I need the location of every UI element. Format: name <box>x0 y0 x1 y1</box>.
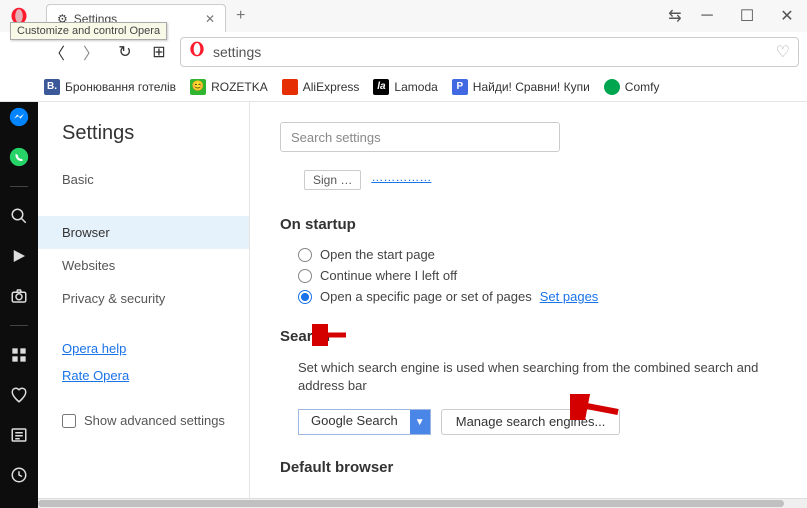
bookmark-icon <box>282 79 298 95</box>
news-icon[interactable] <box>8 424 30 446</box>
truncated-section: Sign … …………… <box>304 170 781 190</box>
horizontal-scrollbar[interactable] <box>38 498 807 508</box>
settings-content: Search settings Sign … …………… On startup … <box>250 102 807 508</box>
bookmark-label: Comfy <box>625 80 660 94</box>
bookmark-item[interactable]: P Найди! Сравни! Купи <box>452 79 590 95</box>
bookmark-icon: B. <box>44 79 60 95</box>
history-icon[interactable] <box>8 464 30 486</box>
chevron-down-icon: ▼ <box>410 410 430 434</box>
minimize-button[interactable]: ─ <box>687 0 727 32</box>
bookmark-icon: 😊 <box>190 79 206 95</box>
left-rail <box>0 102 38 508</box>
search-engine-select[interactable]: Google Search ▼ <box>298 409 431 435</box>
set-pages-link[interactable]: Set pages <box>540 289 599 304</box>
address-bar[interactable]: settings ♡ <box>180 37 799 67</box>
sidebar-link-help[interactable]: Opera help <box>38 335 249 362</box>
opera-badge-icon <box>189 41 205 62</box>
messenger-icon[interactable] <box>8 106 30 128</box>
grid-icon[interactable] <box>8 344 30 366</box>
bookmark-item[interactable]: AliExpress <box>282 79 360 95</box>
sign-in-button[interactable]: Sign … <box>304 170 361 190</box>
bookmark-label: Найди! Сравни! Купи <box>473 80 590 94</box>
sidebar-title: Settings <box>38 122 249 163</box>
window-controls: ⇆ ─ ☐ ✕ <box>663 0 807 32</box>
main: Settings Basic Browser Websites Privacy … <box>0 102 807 508</box>
bookmark-icon: P <box>452 79 468 95</box>
radio-label: Open a specific page or set of pages <box>320 289 532 304</box>
section-description: Set which search engine is used when sea… <box>298 359 781 395</box>
placeholder-text: Search settings <box>291 130 381 145</box>
heart-icon[interactable] <box>8 384 30 406</box>
bookmark-label: ROZETKA <box>211 80 268 94</box>
checkbox-label: Show advanced settings <box>84 413 225 428</box>
bookmark-label: Lamoda <box>394 80 437 94</box>
default-browser-section: Default browser <box>280 459 781 476</box>
bookmark-item[interactable]: Comfy <box>604 79 660 95</box>
back-button[interactable]: 〈 <box>44 39 70 65</box>
radio-icon <box>298 269 312 283</box>
play-icon[interactable] <box>8 245 30 267</box>
sidebar-item-websites[interactable]: Websites <box>38 249 249 282</box>
scrollbar-thumb[interactable] <box>38 500 784 507</box>
settings-sidebar: Settings Basic Browser Websites Privacy … <box>38 102 250 508</box>
sidebar-item-basic[interactable]: Basic <box>38 163 249 196</box>
bookmarks-bar: B. Бронювання готелів 😊 ROZETKA AliExpress… <box>0 72 807 102</box>
bookmark-label: AliExpress <box>303 80 360 94</box>
radio-open-start[interactable]: Open the start page <box>298 247 781 262</box>
section-heading: Default browser <box>280 459 781 476</box>
tooltip: Customize and control Opera <box>10 22 167 40</box>
divider <box>10 325 28 326</box>
radio-label: Continue where I left off <box>320 268 457 283</box>
bookmark-label: Бронювання готелів <box>65 80 176 94</box>
close-icon[interactable]: ✕ <box>205 12 215 26</box>
radio-label: Open the start page <box>320 247 435 262</box>
radio-icon <box>298 248 312 262</box>
radio-continue[interactable]: Continue where I left off <box>298 268 781 283</box>
manage-engines-button[interactable]: Manage search engines... <box>441 409 621 435</box>
bookmark-heart-icon[interactable]: ♡ <box>776 42 790 62</box>
sidebar-link-rate[interactable]: Rate Opera <box>38 362 249 389</box>
bookmark-icon <box>604 79 620 95</box>
reload-button[interactable]: ↻ <box>112 39 138 65</box>
search-section: Search Set which search engine is used w… <box>280 328 781 435</box>
address-url: settings <box>213 44 768 60</box>
search-settings-input[interactable]: Search settings <box>280 122 560 152</box>
speed-dial-button[interactable]: ⊞ <box>146 39 172 65</box>
whatsapp-icon[interactable] <box>8 146 30 168</box>
bookmark-item[interactable]: B. Бронювання готелів <box>44 79 176 95</box>
sidebar-item-browser[interactable]: Browser <box>38 216 249 249</box>
truncated-link[interactable]: …………… <box>371 170 431 190</box>
startup-section: On startup Open the start page Continue … <box>280 216 781 304</box>
search-icon[interactable] <box>8 205 30 227</box>
show-advanced-checkbox[interactable]: Show advanced settings <box>38 403 249 438</box>
select-value: Google Search <box>299 410 410 434</box>
bookmark-item[interactable]: 😊 ROZETKA <box>190 79 268 95</box>
section-heading: Search <box>280 328 781 345</box>
maximize-button[interactable]: ☐ <box>727 0 767 32</box>
new-tab-button[interactable]: + <box>232 3 249 29</box>
close-button[interactable]: ✕ <box>767 0 807 32</box>
divider <box>10 186 28 187</box>
camera-icon[interactable] <box>8 285 30 307</box>
radio-specific-page[interactable]: Open a specific page or set of pages Set… <box>298 289 781 304</box>
bookmark-icon: la <box>373 79 389 95</box>
radio-icon <box>298 290 312 304</box>
section-heading: On startup <box>280 216 781 233</box>
checkbox[interactable] <box>62 414 76 428</box>
bookmark-item[interactable]: la Lamoda <box>373 79 437 95</box>
sidebar-item-privacy[interactable]: Privacy & security <box>38 282 249 315</box>
easy-setup-icon[interactable]: ⇆ <box>663 0 687 32</box>
forward-button[interactable]: 〉 <box>78 39 104 65</box>
